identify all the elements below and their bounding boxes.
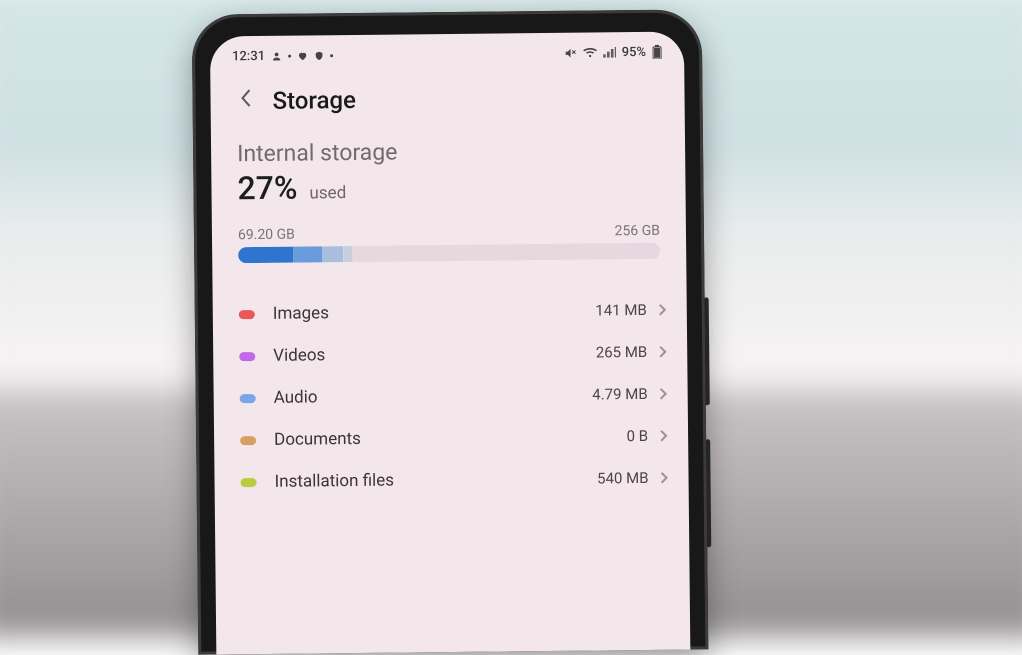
total-amount: 256 GB <box>615 223 661 239</box>
chevron-right-icon <box>660 426 668 445</box>
person-icon <box>271 50 282 61</box>
category-size: 141 MB <box>595 301 647 320</box>
category-row[interactable]: Documents0 B <box>214 415 688 462</box>
section-title: Internal storage <box>237 136 659 167</box>
wifi-icon <box>583 46 597 58</box>
category-size: 4.79 MB <box>592 385 648 404</box>
category-size: 0 B <box>627 427 649 445</box>
back-button[interactable] <box>232 84 258 118</box>
chevron-right-icon <box>660 468 668 487</box>
percent-used: 27% <box>237 169 297 208</box>
page-header: Storage <box>210 72 685 133</box>
usage-bar <box>238 243 660 263</box>
category-color-chip <box>239 310 255 319</box>
used-label: used <box>309 183 346 203</box>
status-dot <box>330 54 333 57</box>
battery-icon <box>652 45 662 59</box>
shield-icon <box>314 50 324 61</box>
used-amount: 69.20 GB <box>238 227 295 244</box>
mute-icon <box>564 46 577 59</box>
category-row[interactable]: Images141 MB <box>213 289 687 336</box>
category-color-chip <box>240 394 256 403</box>
signal-icon <box>603 46 616 58</box>
category-name: Documents <box>274 426 627 450</box>
category-color-chip <box>239 352 255 361</box>
status-dot <box>288 54 291 57</box>
usage-segment <box>293 246 323 262</box>
chevron-right-icon <box>659 300 667 319</box>
usage-segment <box>238 247 293 264</box>
usage-segment <box>344 246 353 262</box>
status-time: 12:31 <box>232 48 265 63</box>
category-row[interactable]: Videos265 MB <box>213 331 687 378</box>
category-name: Audio <box>274 385 593 408</box>
phone-device: 12:31 95% Storage Inter <box>192 9 709 654</box>
page-title: Storage <box>272 86 356 115</box>
category-size: 540 MB <box>597 469 649 488</box>
category-color-chip <box>240 436 256 445</box>
category-color-chip <box>241 478 257 487</box>
storage-summary: Internal storage 27% used 69.20 GB 256 G… <box>211 128 686 268</box>
battery-text: 95% <box>622 44 647 59</box>
chevron-left-icon <box>238 88 252 108</box>
status-bar: 12:31 95% <box>210 32 684 77</box>
category-name: Images <box>273 300 596 323</box>
chevron-right-icon <box>660 384 668 403</box>
chevron-right-icon <box>659 342 667 361</box>
category-list: Images141 MBVideos265 MBAudio4.79 MBDocu… <box>213 289 689 504</box>
category-row[interactable]: Installation files540 MB <box>214 457 688 504</box>
usage-segment <box>322 246 343 262</box>
category-name: Videos <box>273 342 596 365</box>
category-name: Installation files <box>274 468 597 491</box>
phone-screen: 12:31 95% Storage Inter <box>210 32 690 655</box>
category-row[interactable]: Audio4.79 MB <box>213 373 687 420</box>
heart-icon <box>297 50 308 61</box>
category-size: 265 MB <box>596 343 648 362</box>
